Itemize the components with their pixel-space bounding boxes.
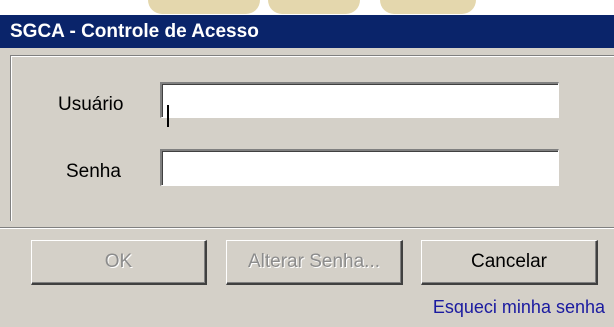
background-decoration — [148, 0, 260, 14]
dialog-title: SGCA - Controle de Acesso — [0, 15, 614, 48]
user-input[interactable] — [160, 82, 559, 118]
password-input[interactable] — [160, 149, 559, 186]
change-password-button[interactable]: Alterar Senha... — [226, 240, 403, 285]
ok-button[interactable]: OK — [31, 240, 207, 285]
background-decoration — [268, 0, 360, 14]
divider — [0, 227, 614, 229]
text-caret — [167, 105, 169, 127]
password-label: Senha — [66, 161, 121, 182]
background-decoration — [380, 0, 476, 14]
login-dialog: SGCA - Controle de Acesso Usuário Senha … — [0, 15, 614, 327]
credentials-panel — [10, 55, 614, 221]
screen: SGCA - Controle de Acesso Usuário Senha … — [0, 0, 614, 327]
user-label: Usuário — [58, 94, 124, 115]
cancel-button[interactable]: Cancelar — [421, 240, 598, 285]
forgot-password-link[interactable]: Esqueci minha senha — [433, 297, 605, 318]
